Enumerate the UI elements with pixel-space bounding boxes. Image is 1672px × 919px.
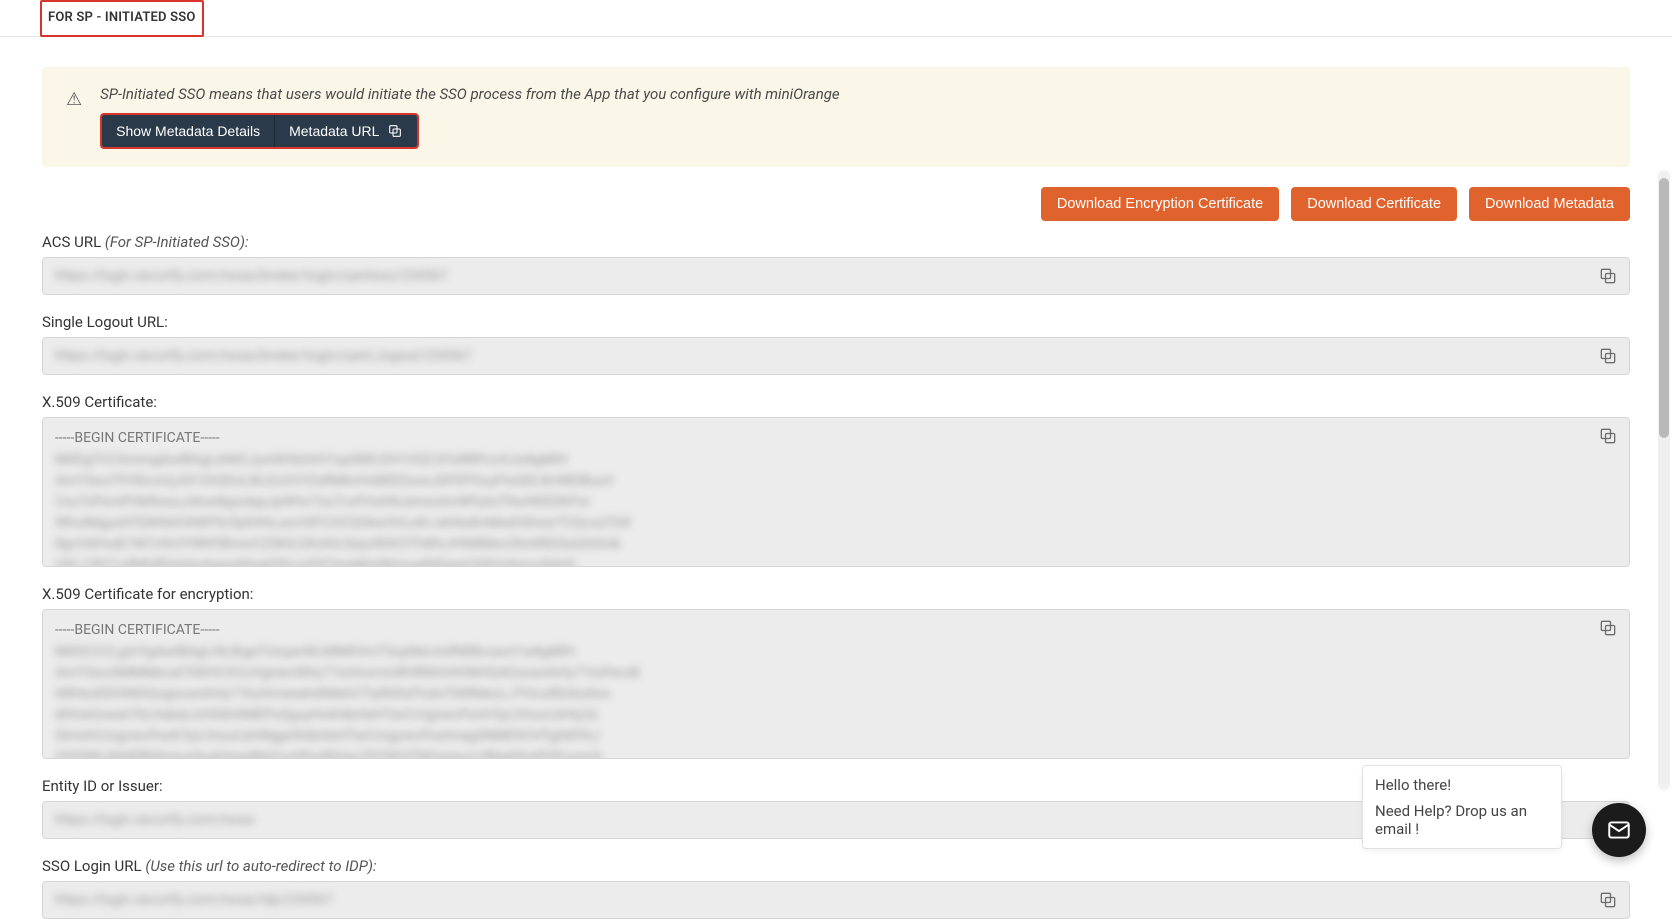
metadata-button-group: Show Metadata Details Metadata URL [100, 113, 419, 149]
scrollbar[interactable] [1658, 170, 1670, 790]
acs-url-field: ACS URL (For SP-Initiated SSO): https://… [42, 233, 1630, 295]
copy-icon [1598, 890, 1618, 910]
x509-encryption-certificate-box[interactable]: -----BEGIN CERTIFICATE----- MIIDCCCLgmYg… [42, 609, 1630, 759]
copy-single-logout-url-button[interactable] [1597, 346, 1619, 368]
acs-url-value: https://login.xecurify.com/moas/broker/l… [55, 268, 448, 284]
x509-certificate-label: X.509 Certificate: [42, 393, 1630, 411]
copy-icon [1598, 266, 1618, 286]
chat-fab-button[interactable] [1592, 803, 1646, 857]
x509-certificate-body: MIIDgTCCAmmgAwIBAgIJANCJyniXHlsHrh7opSNf… [55, 450, 1589, 567]
sso-login-url-label-text: SSO Login URL [42, 857, 142, 875]
sso-login-url-input[interactable]: https://login.xecurify.com/moas/idp/2345… [42, 881, 1630, 919]
acs-url-label: ACS URL (For SP-Initiated SSO): [42, 233, 1630, 251]
info-body: SP-Initiated SSO means that users would … [100, 85, 1610, 149]
sso-login-url-field: SSO Login URL (Use this url to auto-redi… [42, 857, 1630, 919]
show-metadata-details-button[interactable]: Show Metadata Details [102, 115, 275, 147]
copy-x509-encryption-certificate-button[interactable] [1597, 618, 1619, 640]
acs-url-label-note: (For SP-Initiated SSO): [105, 233, 249, 251]
mail-icon [1606, 817, 1632, 843]
copy-icon [1598, 426, 1618, 446]
acs-url-input[interactable]: https://login.xecurify.com/moas/broker/l… [42, 257, 1630, 295]
copy-acs-url-button[interactable] [1597, 266, 1619, 288]
x509-encryption-certificate-header: -----BEGIN CERTIFICATE----- [55, 620, 1589, 640]
download-metadata-button[interactable]: Download Metadata [1469, 187, 1630, 221]
copy-icon [1598, 346, 1618, 366]
copy-icon [387, 123, 403, 139]
copy-x509-certificate-button[interactable] [1597, 426, 1619, 448]
download-certificate-button[interactable]: Download Certificate [1291, 187, 1457, 221]
sso-login-url-label-note: (Use this url to auto-redirect to IDP): [145, 857, 376, 875]
sso-login-url-value: https://login.xecurify.com/moas/idp/2345… [55, 892, 333, 908]
x509-certificate-box[interactable]: -----BEGIN CERTIFICATE----- MIIDgTCCAmmg… [42, 417, 1630, 567]
x509-encryption-certificate-body: MIIDCCCLgmYgAwIBAgIJ4LlKgeTcloyerWLMlMtV… [55, 642, 1589, 759]
banner-text: SP-Initiated SSO means that users would … [100, 85, 1610, 103]
metadata-url-button[interactable]: Metadata URL [275, 115, 417, 147]
x509-certificate-header: -----BEGIN CERTIFICATE----- [55, 428, 1589, 448]
single-logout-url-value: https://login.xecurify.com/moas/broker/l… [55, 348, 471, 364]
download-encryption-certificate-button[interactable]: Download Encryption Certificate [1041, 187, 1279, 221]
entity-id-value: https://login.xecurify.com/moas [55, 812, 255, 828]
info-banner: ⚠ SP-Initiated SSO means that users woul… [42, 67, 1630, 167]
chat-help-text: Need Help? Drop us an email ! [1375, 802, 1549, 838]
x509-encryption-certificate-label: X.509 Certificate for encryption: [42, 585, 1630, 603]
chat-greeting: Hello there! [1375, 776, 1549, 794]
metadata-url-label: Metadata URL [289, 123, 379, 139]
copy-sso-login-url-button[interactable] [1597, 890, 1619, 912]
scrollbar-thumb[interactable] [1659, 178, 1669, 438]
download-row: Download Encryption Certificate Download… [42, 187, 1630, 221]
sso-login-url-label: SSO Login URL (Use this url to auto-redi… [42, 857, 1630, 875]
single-logout-url-field: Single Logout URL: https://login.xecurif… [42, 313, 1630, 375]
tab-sp-initiated-sso[interactable]: FOR SP - INITIATED SSO [40, 0, 204, 37]
chat-popup: Hello there! Need Help? Drop us an email… [1362, 765, 1562, 849]
acs-url-label-text: ACS URL [42, 233, 101, 251]
tab-bar: FOR SP - INITIATED SSO [0, 0, 1672, 37]
single-logout-url-label: Single Logout URL: [42, 313, 1630, 331]
x509-encryption-certificate-field: X.509 Certificate for encryption: -----B… [42, 585, 1630, 759]
x509-certificate-field: X.509 Certificate: -----BEGIN CERTIFICAT… [42, 393, 1630, 567]
single-logout-url-input[interactable]: https://login.xecurify.com/moas/broker/l… [42, 337, 1630, 375]
copy-icon [1598, 618, 1618, 638]
warning-icon: ⚠ [66, 89, 82, 110]
